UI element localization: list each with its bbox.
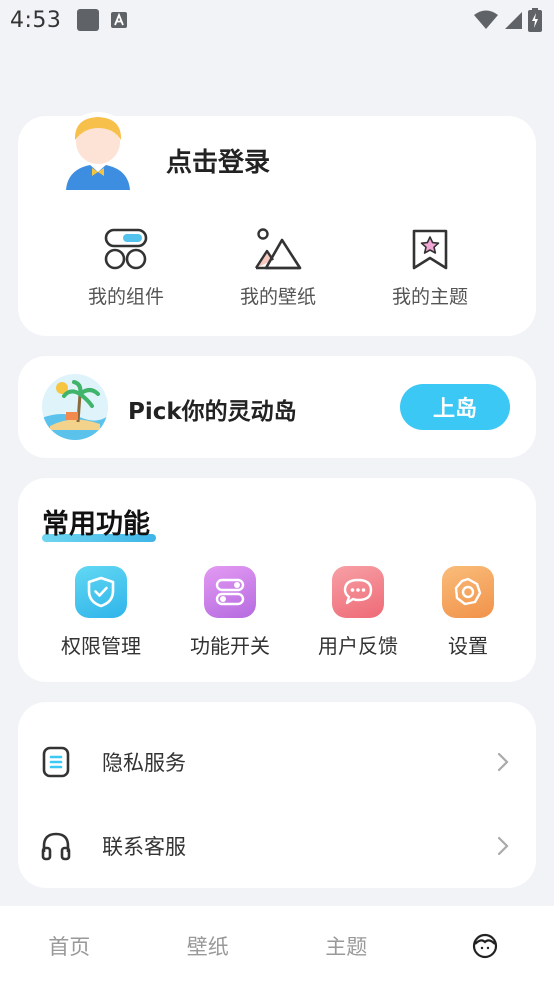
signal-icon (505, 12, 522, 29)
profile-face-icon (472, 933, 497, 959)
function-label: 用户反馈 (318, 634, 398, 658)
chevron-right-icon (497, 752, 509, 772)
quick-links: 我的组件 我的壁纸 我的主题 (18, 228, 536, 309)
quick-link-wallpaper[interactable]: 我的壁纸 (202, 228, 354, 309)
battery-icon (528, 8, 542, 32)
services-list-card: 隐私服务 联系客服 (18, 702, 536, 888)
quick-link-label: 我的主题 (391, 286, 468, 308)
function-label: 功能开关 (190, 634, 270, 658)
widgets-icon (104, 228, 148, 270)
status-time: 4:53 (10, 7, 62, 33)
function-feedback[interactable]: 用户反馈 (303, 566, 413, 659)
function-label: 设置 (448, 634, 488, 658)
headphones-icon (41, 832, 71, 861)
function-permissions[interactable]: 权限管理 (46, 566, 156, 659)
document-icon (42, 746, 70, 778)
list-item-privacy[interactable]: 隐私服务 (18, 720, 536, 804)
status-right (474, 8, 542, 32)
notification-square-icon (77, 9, 100, 31)
theme-bookmark-icon (412, 229, 448, 270)
wifi-icon (474, 10, 498, 29)
function-toggles[interactable]: 功能开关 (175, 566, 285, 659)
notification-a-icon (111, 12, 128, 28)
wallpaper-icon (254, 228, 302, 270)
bottom-nav: 首页 壁纸 主题 (0, 906, 554, 986)
shield-check-icon (75, 566, 127, 618)
login-prompt[interactable]: 点击登录 (166, 142, 270, 179)
nav-profile[interactable] (416, 906, 554, 986)
common-functions-card: 常用功能 权限管理 功能开关 用户反馈 设置 (18, 478, 536, 682)
chat-bubble-icon (332, 566, 384, 618)
avatar[interactable] (62, 104, 134, 196)
list-item-label: 联系客服 (102, 835, 186, 859)
list-item-support[interactable]: 联系客服 (18, 804, 536, 888)
profile-card: 点击登录 我的组件 我的壁纸 我的主题 (18, 112, 536, 336)
quick-link-label: 我的壁纸 (239, 286, 316, 308)
dynamic-island-card[interactable]: Pick你的灵动岛 上岛 (18, 356, 536, 458)
quick-link-widgets[interactable]: 我的组件 (50, 228, 202, 309)
toggle-switch-icon (204, 566, 256, 618)
function-settings[interactable]: 设置 (413, 566, 523, 659)
island-illustration (42, 374, 108, 440)
quick-link-theme[interactable]: 我的主题 (354, 228, 506, 309)
island-title: Pick你的灵动岛 (128, 399, 297, 425)
quick-link-label: 我的组件 (87, 286, 164, 308)
chevron-right-icon (497, 836, 509, 856)
function-label: 权限管理 (61, 634, 141, 658)
nav-wallpaper[interactable]: 壁纸 (139, 906, 278, 986)
list-item-label: 隐私服务 (102, 751, 186, 775)
section-title: 常用功能 (42, 509, 150, 540)
nav-home[interactable]: 首页 (0, 906, 139, 986)
board-island-button[interactable]: 上岛 (400, 384, 510, 430)
status-bar: 4:53 (0, 0, 554, 40)
nav-theme[interactable]: 主题 (277, 906, 416, 986)
settings-gear-icon (442, 566, 494, 618)
